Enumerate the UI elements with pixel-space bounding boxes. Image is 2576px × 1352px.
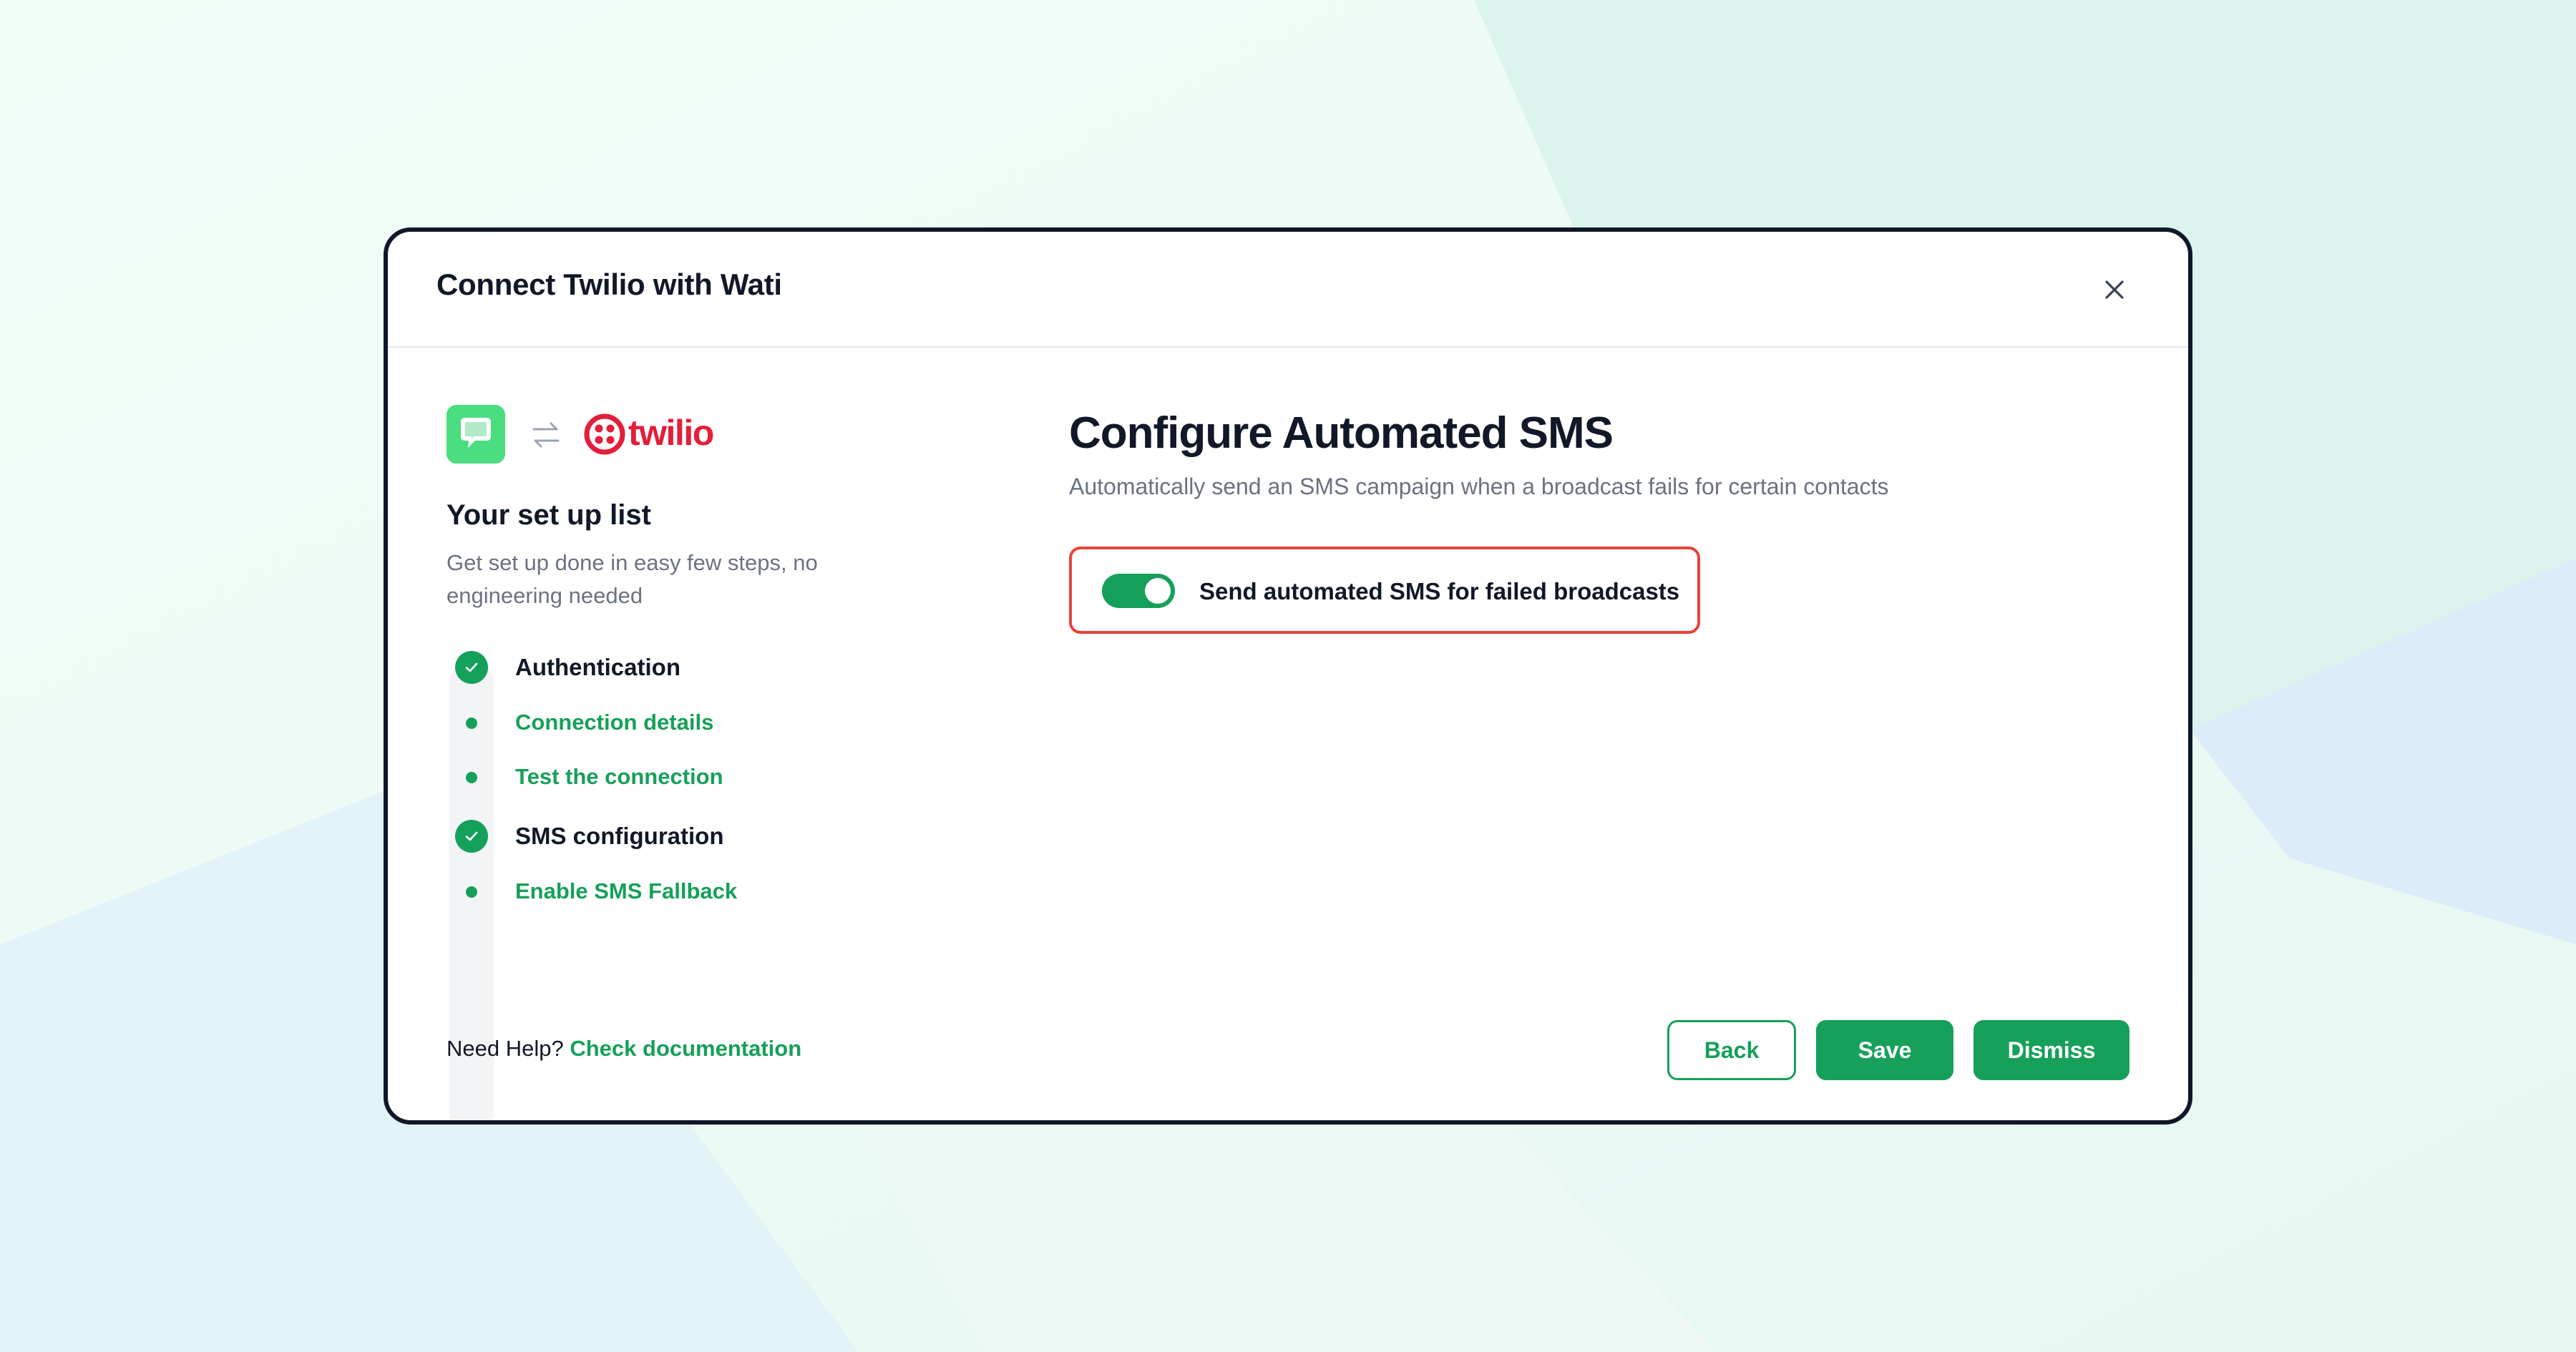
help-text: Need Help? Check documentation	[447, 1036, 801, 1062]
connect-modal: Connect Twilio with Wati twilio Your set…	[384, 227, 2192, 1125]
step-sms-configuration[interactable]: SMS configuration	[447, 815, 947, 858]
toggle-knob	[1145, 578, 1171, 604]
wati-logo	[447, 405, 505, 464]
help-prefix: Need Help?	[447, 1036, 564, 1061]
close-button[interactable]	[2097, 272, 2132, 308]
dot-icon	[466, 717, 477, 729]
step-test-connection[interactable]: Test the connection	[447, 757, 947, 800]
step-label: SMS configuration	[515, 823, 724, 849]
close-icon	[2105, 280, 2124, 299]
step-label: Test the connection	[515, 764, 723, 789]
automated-sms-toggle-card: Send automated SMS for failed broadcasts	[1069, 547, 1700, 634]
step-enable-sms-fallback[interactable]: Enable SMS Fallback	[447, 871, 947, 914]
configure-title: Configure Automated SMS	[1069, 408, 1614, 458]
dismiss-button[interactable]: Dismiss	[1974, 1020, 2129, 1080]
check-documentation-link[interactable]: Check documentation	[570, 1036, 801, 1061]
step-label: Authentication	[515, 654, 680, 680]
automated-sms-toggle[interactable]	[1102, 574, 1175, 608]
save-button[interactable]: Save	[1816, 1020, 1953, 1080]
chat-bubble-icon	[447, 405, 505, 464]
step-connection-details[interactable]: Connection details	[447, 702, 947, 745]
step-label: Enable SMS Fallback	[515, 878, 738, 903]
toggle-label: Send automated SMS for failed broadcasts	[1199, 578, 1680, 604]
step-authentication[interactable]: Authentication	[447, 647, 947, 690]
check-circle-icon	[455, 820, 488, 853]
swap-arrows-icon	[532, 422, 560, 448]
configure-description: Automatically send an SMS campaign when …	[1069, 474, 1889, 499]
dot-icon	[466, 772, 477, 783]
check-circle-icon	[455, 651, 488, 684]
twilio-wordmark: twilio	[628, 413, 714, 453]
modal-title: Connect Twilio with Wati	[436, 268, 782, 301]
setup-list-description: Get set up done in easy few steps, no en…	[447, 550, 818, 608]
modal-header: Connect Twilio with Wati	[388, 232, 2188, 348]
step-label: Connection details	[515, 710, 714, 735]
back-button[interactable]: Back	[1667, 1020, 1796, 1080]
footer-actions: Back Save Dismiss	[1667, 1020, 2129, 1080]
dot-icon	[466, 886, 477, 898]
integration-logos: twilio	[447, 405, 747, 464]
twilio-logo-icon	[584, 413, 625, 455]
setup-list-title: Your set up list	[447, 499, 651, 531]
